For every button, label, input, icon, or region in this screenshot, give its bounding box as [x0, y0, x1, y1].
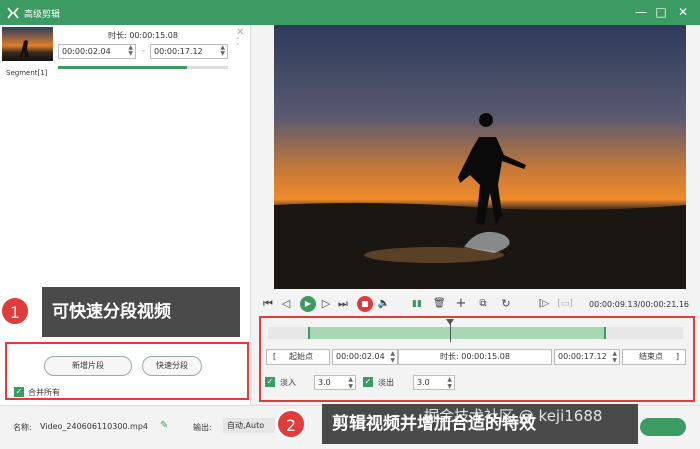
video-frame-image [274, 25, 686, 289]
stop-button[interactable] [357, 296, 373, 312]
prev-frame-icon[interactable]: ◁ [280, 296, 292, 312]
convert-button[interactable] [640, 418, 686, 436]
set-end-button[interactable]: 结束点 ] [622, 349, 686, 365]
fade-in-input[interactable]: 3.0 ▲ ▼ [314, 375, 356, 390]
fade-out-checkbox[interactable]: ✓ [363, 377, 373, 387]
add-icon[interactable]: + [455, 296, 467, 312]
trim-start-value: 00:00:02.04 [336, 352, 385, 361]
duration-label: 时长: [108, 31, 127, 40]
callout-2-badge: 2 [276, 409, 306, 439]
trim-duration: 时长: 00:00:15.08 [398, 349, 552, 365]
trim-duration-value: 00:00:15.08 [461, 352, 510, 361]
new-segment-button[interactable]: 新增片段 [44, 356, 132, 376]
edit-name-icon[interactable]: ✎ [160, 420, 168, 431]
segment-end-value: 00:00:17.12 [154, 47, 203, 56]
split-icon[interactable]: ▮▮ [410, 296, 424, 312]
mark-out-icon[interactable]: [▭] [557, 296, 573, 312]
thumbnail-image [2, 27, 53, 61]
trim-end-input[interactable]: 00:00:17.12 ▲ ▼ [554, 349, 620, 365]
segment-progress-fill [58, 66, 188, 69]
name-label: 名称: [13, 423, 32, 432]
segment-progress-bar [58, 66, 228, 69]
title-bar: 高级剪辑 — □ ✕ [0, 0, 700, 25]
segment-label: Segment[1] [6, 69, 48, 77]
bracket-right: ] [675, 352, 679, 361]
spinner-icon[interactable]: ▲ ▼ [128, 45, 133, 57]
delete-icon[interactable]: 🗑 [433, 296, 446, 312]
go-to-start-icon[interactable]: ⏮ [262, 296, 274, 312]
minimize-icon[interactable]: — [632, 4, 650, 20]
close-icon[interactable]: ✕ [674, 4, 692, 20]
video-preview[interactable] [274, 25, 686, 289]
watermark: 掘金技术社区 @ keji1688 [424, 407, 603, 425]
reset-icon[interactable]: ↻ [500, 296, 512, 312]
file-name: Video_240606110300.mp4 [40, 422, 148, 431]
quick-split-button[interactable]: 快速分段 [142, 356, 202, 376]
spinner-icon[interactable]: ▲ ▼ [348, 376, 353, 390]
bracket-left: [ [273, 352, 277, 361]
fade-in-checkbox[interactable]: ✓ [265, 377, 275, 387]
fade-in-value: 3.0 [318, 378, 331, 387]
fade-out-value: 3.0 [417, 378, 430, 387]
app-logo-icon [7, 7, 19, 19]
next-frame-icon[interactable]: ▷ [320, 296, 332, 312]
playhead-handle-icon[interactable] [446, 319, 454, 325]
set-start-button[interactable]: [ 起始点 [266, 349, 330, 365]
volume-icon[interactable]: 🔈 [377, 296, 391, 312]
merge-all-checkbox[interactable]: ✓ [14, 387, 24, 397]
callout-1-badge: 1 [0, 296, 30, 326]
spinner-icon[interactable]: ▲ ▼ [220, 45, 225, 57]
timeline-selected-range[interactable] [308, 327, 606, 339]
trim-start-input[interactable]: 00:00:02.04 ▲ ▼ [332, 349, 398, 365]
trim-end-value: 00:00:17.12 [558, 352, 607, 361]
set-start-label: 起始点 [289, 352, 313, 361]
current-time: 00:00:09.13/00:00:21.16 [589, 300, 689, 309]
callout-1-text: 可快速分段视频 [42, 287, 240, 337]
mark-in-icon[interactable]: [▷ [536, 296, 552, 312]
output-label: 输出: [193, 423, 212, 432]
spinner-icon[interactable]: ▲ ▼ [612, 350, 617, 364]
time-separator: - [142, 46, 146, 56]
fade-in-label: 淡入 [280, 378, 296, 387]
duration-value: 00:00:15.08 [129, 31, 178, 40]
spinner-icon[interactable]: ▲ ▼ [447, 376, 452, 390]
segment-start-value: 00:00:02.04 [62, 47, 111, 56]
spinner-icon[interactable]: ▲ ▼ [390, 350, 395, 364]
segment-thumbnail[interactable] [2, 27, 53, 61]
set-end-label: 结束点 [639, 352, 663, 361]
trim-duration-label: 时长: [440, 352, 459, 361]
window-title: 高级剪辑 [24, 10, 61, 20]
segment-duration: 时长: 00:00:15.08 [108, 30, 178, 41]
fade-out-label: 淡出 [378, 378, 394, 387]
fade-out-input[interactable]: 3.0 ▲ ▼ [413, 375, 455, 390]
merge-all-label: 合并所有 [28, 388, 60, 397]
copy-icon[interactable]: ⧉ [477, 296, 489, 312]
play-button[interactable]: ▶ [300, 296, 316, 312]
go-to-end-icon[interactable]: ⏭ [337, 296, 349, 312]
output-select[interactable]: 自动,Auto [223, 418, 275, 433]
segment-end-input[interactable]: 00:00:17.12 ▲ ▼ [150, 44, 228, 59]
reorder-arrows-icon[interactable]: ˄ ˅ [236, 38, 240, 51]
maximize-icon[interactable]: □ [652, 4, 670, 20]
segment-start-input[interactable]: 00:00:02.04 ▲ ▼ [58, 44, 136, 59]
